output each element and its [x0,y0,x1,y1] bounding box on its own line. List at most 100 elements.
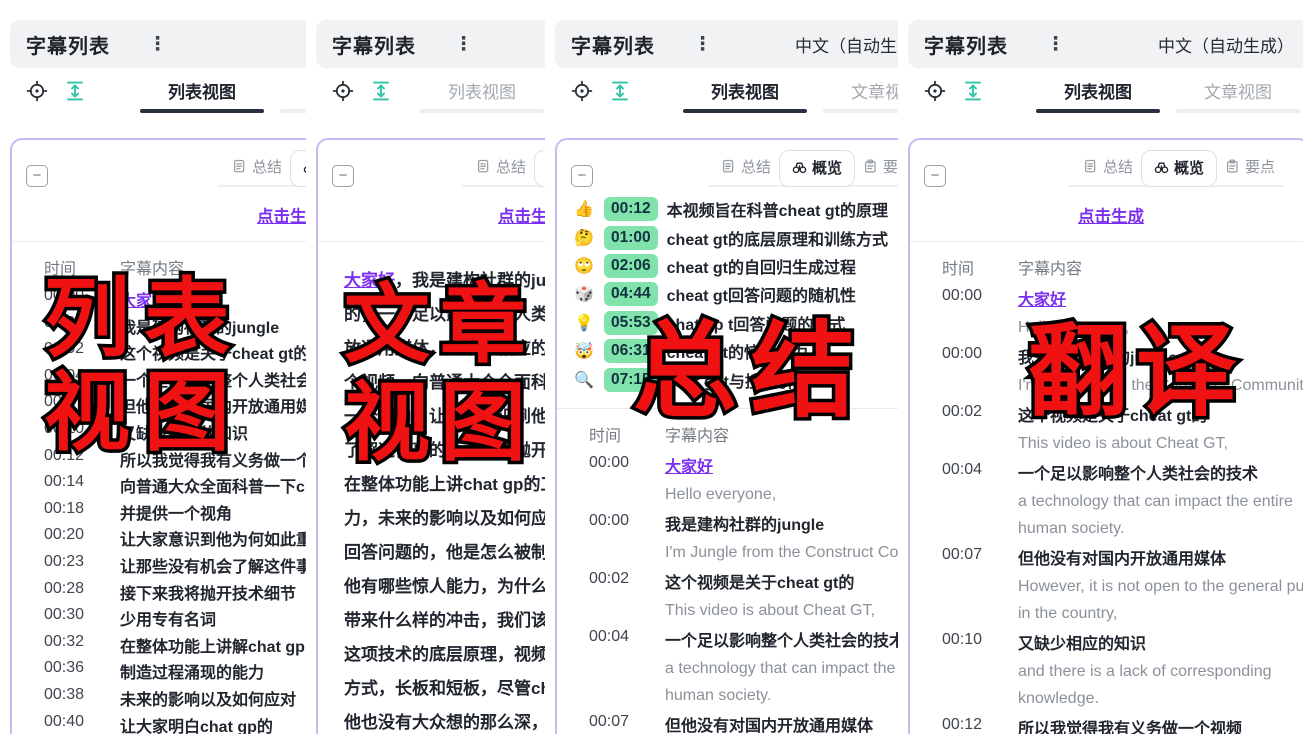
ai-subtabs: 总结 概览 要点 [218,150,306,187]
subtab-overview[interactable]: 概览 [1141,150,1217,187]
timestamp[interactable]: 00:30 [44,606,90,624]
locate-icon[interactable] [332,80,354,102]
timestamp[interactable]: 00:04 [942,461,988,479]
collapse-button[interactable]: − [26,165,48,187]
timestamp[interactable]: 00:04 [589,628,635,646]
subtitle-row[interactable]: 00:07 但他没有对国内开放通用媒体 However, it is not o… [910,546,1303,627]
vertical-expand-icon[interactable] [962,80,984,102]
chapter-title: 本视频旨在科普cheat gt的原理 [667,197,888,221]
generate-link[interactable]: 点击生成 [1078,208,1144,226]
locate-icon[interactable] [571,80,593,102]
timestamp[interactable]: 00:14 [44,473,90,491]
subtab-summary[interactable]: 总结 [713,150,779,185]
timestamp[interactable]: 00:20 [44,526,90,544]
subtitle-row[interactable]: 00:14 向普通大众全面科普一下cheat gp的原理 [12,473,306,500]
subtitle-row[interactable]: 00:04 一个足以影响整个人类社会的技术 a technology that … [557,628,898,709]
timestamp[interactable]: 00:32 [44,633,90,651]
timestamp[interactable]: 00:38 [44,686,90,704]
article-line[interactable]: 力，未来的影响以及如何应对，讲 [344,502,545,536]
chapter-item[interactable]: 🤔 01:00 cheat gt的底层原理和训练方式 [557,223,898,251]
page-title: 字幕列表 [26,30,110,59]
subtab-summary[interactable]: 总结 [224,150,290,185]
subtitle-row[interactable]: 00:40 让大家明白chat gp的 [12,713,306,734]
subtitle-row[interactable]: 00:18 并提供一个视角 [12,500,306,527]
subtitle-row[interactable]: 00:36 制造过程涌现的能力 [12,659,306,686]
timestamp[interactable]: 00:12 [942,716,988,734]
timestamp[interactable]: 00:18 [44,500,90,518]
kebab-menu-icon[interactable]: ⋮ [454,35,473,54]
subtab-overview[interactable]: 概览 [779,150,855,187]
panel-header: 字幕列表 ⋮ 中文（自动生成） [908,20,1303,68]
tab-list-view[interactable]: 列表视图 [132,70,272,113]
article-line[interactable]: 他有哪些惊人能力，为什么他不 [344,570,545,604]
article-line[interactable]: 回答问题的，他是怎么被制造的， [344,536,545,570]
subtitle-row[interactable]: 00:12 所以我觉得我有义务做一个视频 So, I feel obligate… [910,716,1303,734]
language-label[interactable]: 中文（自动生成） [1158,32,1294,57]
subtitle-row[interactable]: 00:04 一个足以影响整个人类社会的技术 a technology that … [910,461,1303,542]
subtab-summary[interactable]: 总结 [468,150,534,185]
timestamp[interactable]: 00:00 [942,345,988,363]
timestamp[interactable]: 00:02 [589,570,635,588]
locate-icon[interactable] [924,80,946,102]
collapse-button[interactable]: − [571,165,593,187]
timestamp[interactable]: 00:23 [44,553,90,571]
collapse-button[interactable]: − [924,165,946,187]
kebab-menu-icon[interactable]: ⋮ [1046,35,1065,54]
collapse-button[interactable]: − [332,165,354,187]
language-label[interactable]: 中文（自动生成） [795,32,898,57]
kebab-menu-icon[interactable]: ⋮ [148,35,167,54]
tab-article-view[interactable]: 文章视图 [272,70,306,113]
chapter-timestamp[interactable]: 00:12 [604,197,658,221]
annotation-translation: 翻译 [1028,290,1244,435]
tab-list-view[interactable]: 列表视图 [412,70,545,113]
subtitle-row[interactable]: 00:30 少用专有名词 [12,606,306,633]
table-header: 时间 字幕内容 [910,255,1303,279]
tab-list-view[interactable]: 列表视图 [1028,70,1168,113]
timestamp[interactable]: 00:36 [44,659,90,677]
subtitle-row[interactable]: 00:07 但他没有对国内开放通用媒体 However, it is not o… [557,713,898,734]
subtitle-row[interactable]: 00:02 这个视频是关于cheat gt的 This video is abo… [557,570,898,624]
kebab-menu-icon[interactable]: ⋮ [693,35,712,54]
subtab-summary[interactable]: 总结 [1075,150,1141,185]
generate-link[interactable]: 点击生成 [257,208,306,226]
timestamp[interactable]: 00:10 [942,631,988,649]
chapter-title: cheat gt的自回归生成过程 [667,254,856,278]
timestamp[interactable]: 00:07 [942,546,988,564]
article-line[interactable]: 他也没有大众想的那么深，但没有 [344,706,545,734]
subtitle-row[interactable]: 00:32 在整体功能上讲解chat gp [12,633,306,660]
tab-article-view[interactable]: 文章视图 [815,70,898,113]
timestamp[interactable]: 00:07 [589,713,635,731]
timestamp[interactable]: 00:00 [942,287,988,305]
subtab-keypoints[interactable]: 要点 [855,150,898,185]
article-line[interactable]: 这项技术的底层原理，视频将逐一 [344,638,545,672]
vertical-expand-icon[interactable] [370,80,392,102]
subtitle-row[interactable]: 00:38 未来的影响以及如何应对 [12,686,306,713]
subtab-overview[interactable]: 概览 [290,150,306,187]
subtitle-row[interactable]: 00:23 让那些没有机会了解这件事的人 [12,553,306,580]
subtitle-row[interactable]: 00:20 让大家意识到他为何如此重要 [12,526,306,553]
chapter-timestamp[interactable]: 01:00 [604,226,658,250]
tab-list-view[interactable]: 列表视图 [675,70,815,113]
vertical-expand-icon[interactable] [609,80,631,102]
chapter-item[interactable]: 👍 00:12 本视频旨在科普cheat gt的原理 [557,195,898,223]
subtitle-row[interactable]: 00:10 又缺少相应的知识 and there is a lack of co… [910,631,1303,712]
timestamp[interactable]: 00:28 [44,580,90,598]
timestamp[interactable]: 00:00 [589,512,635,530]
subtitle-row[interactable]: 00:28 接下来我将抛开技术细节 [12,580,306,607]
generate-link[interactable]: 点击生成 [498,208,545,226]
vertical-expand-icon[interactable] [64,80,86,102]
locate-icon[interactable] [26,80,48,102]
article-line[interactable]: 带来什么样的冲击，我们该如何继 [344,604,545,638]
article-line[interactable]: 在整体功能上讲chat gp的工作 [344,468,545,502]
subtab-overview[interactable]: 概览 [534,150,545,187]
timestamp[interactable]: 00:40 [44,713,90,731]
timestamp[interactable]: 00:02 [942,403,988,421]
subtitle-row[interactable]: 00:00 大家好 Hello everyone, [557,454,898,508]
chapter-item[interactable]: 🙄 02:06 cheat gt的自回归生成过程 [557,252,898,280]
tab-article-view[interactable]: 文章视图 [1168,70,1303,113]
subtab-keypoints[interactable]: 要点 [1217,150,1283,185]
timestamp[interactable]: 00:00 [589,454,635,472]
chapter-timestamp[interactable]: 02:06 [604,254,658,278]
article-line[interactable]: 方式，长板和短板，尽管cheat g [344,672,545,706]
subtitle-row[interactable]: 00:00 我是建构社群的jungle I'm Jungle from the … [557,512,898,566]
